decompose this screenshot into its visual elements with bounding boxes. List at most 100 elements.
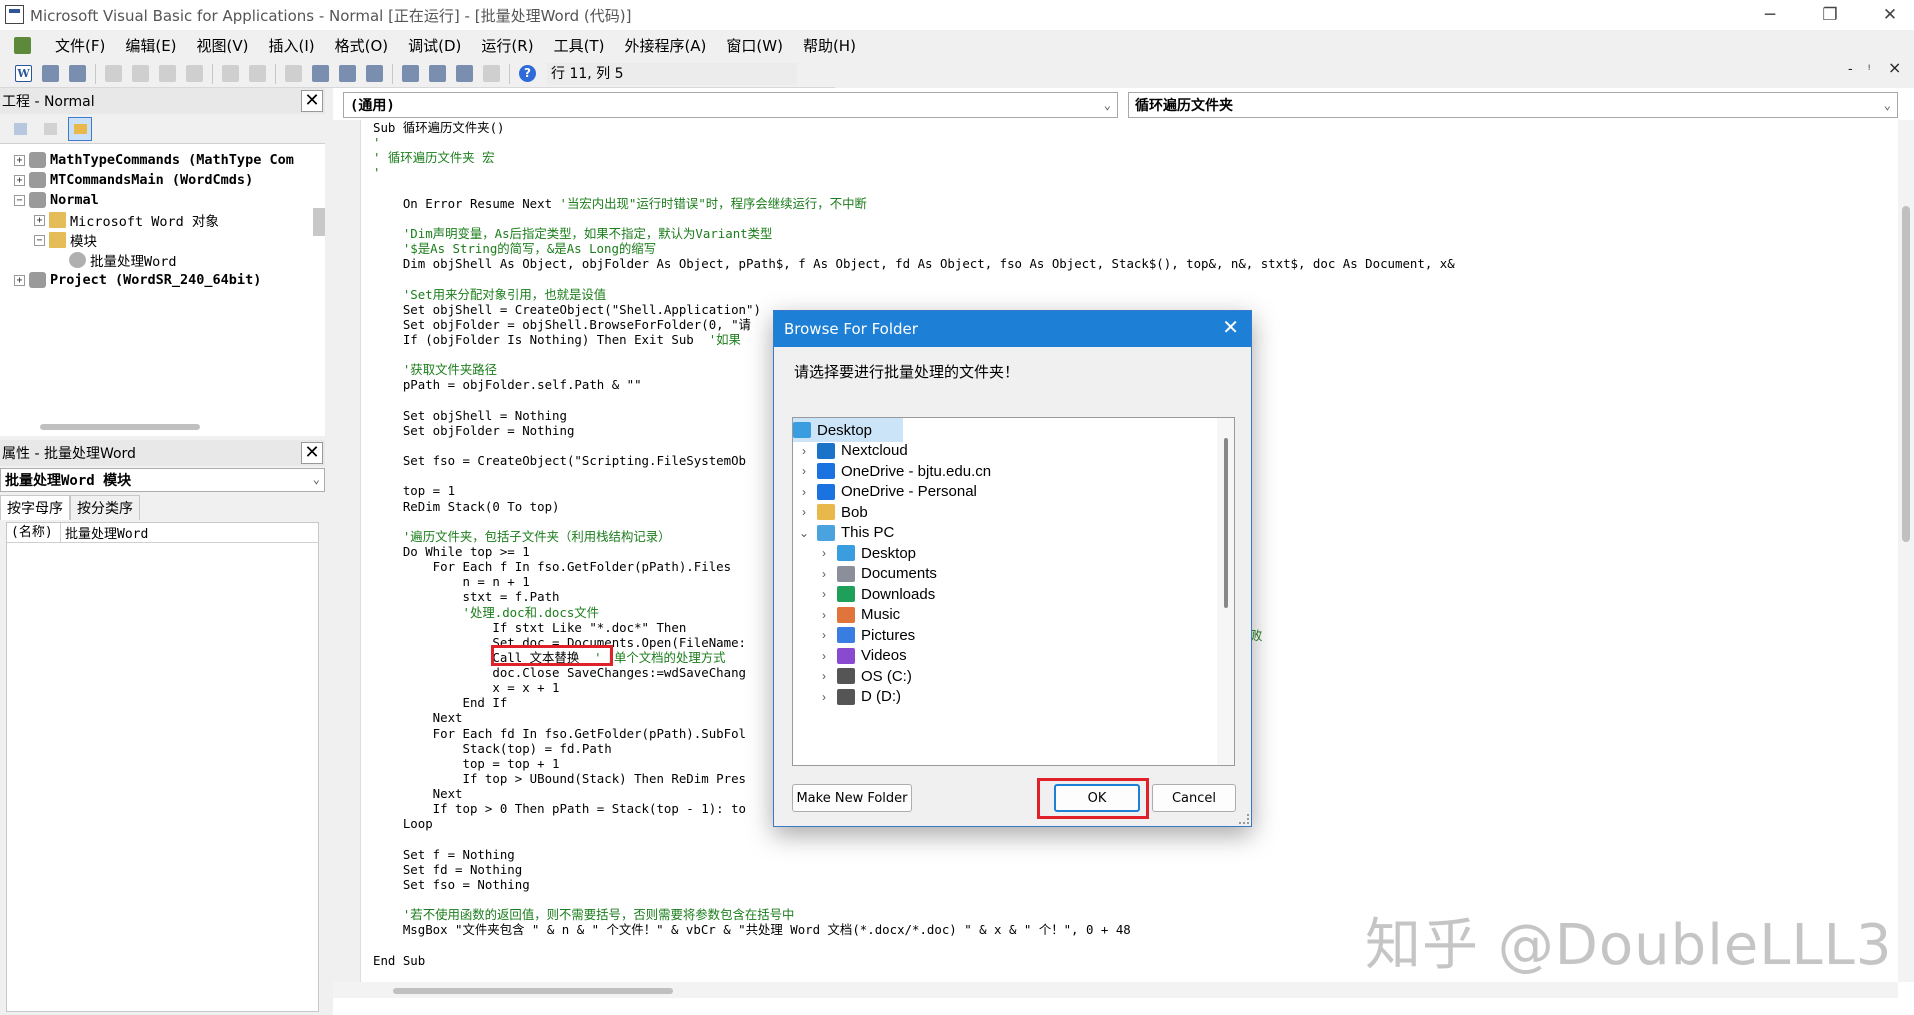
mdi-minimize-button[interactable]: - xyxy=(1848,62,1853,77)
expand-toggle-icon[interactable]: + xyxy=(34,214,45,226)
object-combo[interactable]: (通用) ⌄ xyxy=(343,92,1118,118)
chevron-icon[interactable]: › xyxy=(817,546,831,560)
project-hscroll[interactable] xyxy=(40,424,200,430)
code-line[interactable]: Sub 循环遍历文件夹() xyxy=(373,120,1863,135)
menu-item[interactable]: 插入(I) xyxy=(259,35,325,56)
chevron-icon[interactable]: › xyxy=(797,485,811,499)
menu-item[interactable]: 外接程序(A) xyxy=(614,35,716,56)
properties-pane-header: 属性 - 批量处理Word ✕ xyxy=(0,440,325,466)
code-line[interactable]: Set f = Nothing xyxy=(373,847,1863,862)
restore-button[interactable]: ❐ xyxy=(1800,0,1860,30)
folder-tree-vscroll-thumb[interactable] xyxy=(1224,438,1228,608)
design-mode-icon[interactable] xyxy=(366,65,383,82)
menu-item[interactable]: 文件(F) xyxy=(45,35,115,56)
code-hscroll-thumb[interactable] xyxy=(393,988,673,994)
chevron-icon[interactable]: › xyxy=(817,669,831,683)
chevron-icon[interactable]: › xyxy=(797,444,811,458)
run-icon[interactable] xyxy=(285,65,302,82)
mdi-restore-button[interactable]: ᵎ xyxy=(1868,62,1870,77)
view-word-icon[interactable]: W xyxy=(15,65,32,82)
margin-indicator-bar[interactable] xyxy=(333,120,361,982)
code-line[interactable]: ' xyxy=(373,135,1863,150)
expand-toggle-icon[interactable]: − xyxy=(34,234,45,246)
code-line[interactable]: Set fso = Nothing xyxy=(373,877,1863,892)
code-line[interactable]: 'Set用来分配对象引用，也就是设值 xyxy=(373,287,1863,302)
code-line[interactable]: '$是As String的简写，&是As Long的缩写 xyxy=(373,241,1863,256)
property-row[interactable]: (名称) 批量处理Word xyxy=(7,522,318,543)
reset-icon[interactable] xyxy=(339,65,356,82)
project-tree-node[interactable]: + Project (WordSR_240_64bit) xyxy=(14,270,261,290)
project-tree-node[interactable]: 批量处理Word xyxy=(54,250,177,270)
chevron-icon[interactable]: › xyxy=(817,567,831,581)
project-pane-close-button[interactable]: ✕ xyxy=(301,90,323,112)
chevron-icon[interactable]: › xyxy=(817,649,831,663)
menu-item[interactable]: 编辑(E) xyxy=(115,35,186,56)
redo-icon[interactable] xyxy=(249,65,266,82)
chevron-icon[interactable]: › xyxy=(797,464,811,478)
minimize-button[interactable]: ─ xyxy=(1740,0,1800,30)
object-browser-icon[interactable] xyxy=(456,65,473,82)
dialog-resize-grip[interactable] xyxy=(1239,814,1249,824)
undo-icon[interactable] xyxy=(222,65,239,82)
code-line[interactable]: Dim objShell As Object, objFolder As Obj… xyxy=(373,256,1863,271)
object-selector[interactable]: 批量处理Word 模块 ⌄ xyxy=(0,468,325,492)
menu-item[interactable]: 帮助(H) xyxy=(793,35,866,56)
toolbox-icon[interactable] xyxy=(483,65,500,82)
menu-item[interactable]: 窗口(W) xyxy=(716,35,793,56)
view-code-icon[interactable] xyxy=(8,117,32,141)
project-tree-node[interactable]: + Microsoft Word 对象 xyxy=(34,210,219,230)
save-icon[interactable] xyxy=(69,65,86,82)
code-line[interactable] xyxy=(373,211,1863,226)
folder-tree-item[interactable]: › D (D:) xyxy=(817,685,901,709)
code-line[interactable] xyxy=(373,271,1863,286)
help-icon[interactable]: ? xyxy=(519,65,536,82)
chevron-icon[interactable]: › xyxy=(817,690,831,704)
code-line[interactable]: 'Dim声明变量，As后指定类型，如果不指定，默认为Variant类型 xyxy=(373,226,1863,241)
project-vscroll[interactable] xyxy=(313,208,325,236)
project-tree-node[interactable]: + MathTypeCommands (MathType Com xyxy=(14,150,294,170)
mdi-close-button[interactable]: × xyxy=(1888,58,1901,77)
menu-item[interactable]: 运行(R) xyxy=(471,35,543,56)
cut-icon[interactable] xyxy=(105,65,122,82)
menu-item[interactable]: 调试(D) xyxy=(398,35,471,56)
menu-item[interactable]: 工具(T) xyxy=(544,35,615,56)
chevron-icon[interactable]: › xyxy=(797,505,811,519)
dialog-close-icon[interactable]: ✕ xyxy=(1222,315,1239,339)
project-tree-node[interactable]: − Normal xyxy=(14,190,99,210)
project-tree-node[interactable]: − 模块 xyxy=(34,230,97,250)
code-line[interactable]: ' xyxy=(373,165,1863,180)
chevron-icon[interactable]: › xyxy=(817,628,831,642)
expand-toggle-icon[interactable]: + xyxy=(14,154,25,166)
code-line[interactable]: Set fd = Nothing xyxy=(373,862,1863,877)
properties-pane-close-button[interactable]: ✕ xyxy=(301,442,323,464)
menu-item[interactable]: 视图(V) xyxy=(187,35,259,56)
break-icon[interactable] xyxy=(312,65,329,82)
code-line[interactable]: ' 循环遍历文件夹 宏 xyxy=(373,150,1863,165)
tab-categorized[interactable]: 按分类序 xyxy=(70,495,140,520)
code-line[interactable] xyxy=(373,181,1863,196)
cancel-button[interactable]: Cancel xyxy=(1152,784,1236,812)
tab-alphabetic[interactable]: 按字母序 xyxy=(0,495,70,520)
paste-icon[interactable] xyxy=(159,65,176,82)
chevron-icon[interactable]: › xyxy=(817,587,831,601)
project-explorer-icon[interactable] xyxy=(402,65,419,82)
expand-toggle-icon[interactable]: − xyxy=(14,194,25,206)
view-object-icon[interactable] xyxy=(38,117,62,141)
procedure-combo[interactable]: 循环遍历文件夹 ⌄ xyxy=(1128,92,1898,118)
close-window-button[interactable]: ✕ xyxy=(1860,0,1914,30)
code-vscroll-thumb[interactable] xyxy=(1902,206,1910,542)
code-line[interactable] xyxy=(373,832,1863,847)
toggle-folders-icon[interactable] xyxy=(68,116,92,141)
chevron-icon[interactable]: ⌄ xyxy=(797,526,811,540)
chevron-icon[interactable]: › xyxy=(817,608,831,622)
menu-item[interactable]: 格式(O) xyxy=(325,35,399,56)
properties-window-icon[interactable] xyxy=(429,65,446,82)
expand-toggle-icon[interactable]: + xyxy=(14,174,25,186)
project-tree-node[interactable]: + MTCommandsMain (WordCmds) xyxy=(14,170,253,190)
find-icon[interactable] xyxy=(186,65,203,82)
expand-toggle-icon[interactable]: + xyxy=(14,274,25,286)
copy-icon[interactable] xyxy=(132,65,149,82)
make-new-folder-button[interactable]: Make New Folder xyxy=(792,784,912,812)
code-line[interactable]: On Error Resume Next '当宏内出现"运行时错误"时，程序会继… xyxy=(373,196,1863,211)
insert-module-icon[interactable] xyxy=(42,65,59,82)
